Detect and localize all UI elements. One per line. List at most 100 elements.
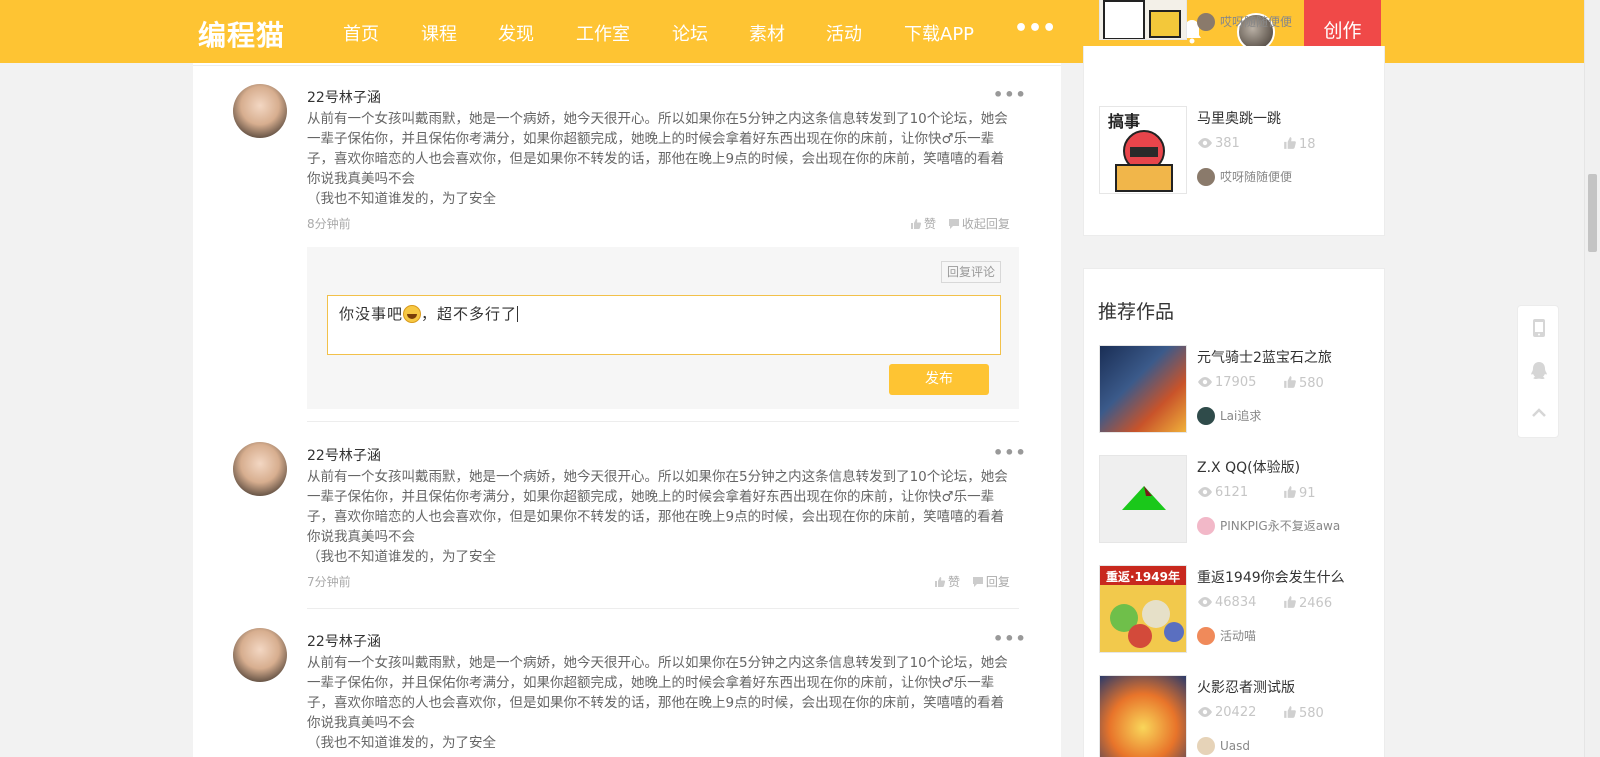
work-thumbnail[interactable]: 搞事 bbox=[1099, 106, 1187, 194]
comment-actions: 赞 回复 bbox=[934, 573, 1010, 590]
comment-text: 从前有一个女孩叫戴雨默，她是一个病娇，她今天很开心。所以如果你在5分钟之内这条信… bbox=[307, 111, 1008, 207]
reply-comment-tag[interactable]: 回复评论 bbox=[941, 261, 1001, 283]
work-author[interactable]: PINKPIG永不复返awa bbox=[1197, 517, 1340, 535]
nav-studio[interactable]: 工作室 bbox=[576, 20, 630, 46]
nav-discover[interactable]: 发现 bbox=[498, 20, 534, 46]
like-count: 580 bbox=[1283, 375, 1324, 391]
thumbs-up-icon bbox=[1284, 137, 1296, 149]
more-menu-icon[interactable]: ••• bbox=[1014, 16, 1056, 41]
author-avatar bbox=[1197, 13, 1215, 31]
eye-icon bbox=[1198, 597, 1212, 607]
view-count: 381 bbox=[1197, 136, 1240, 151]
work-item[interactable]: 重返·1949年 重返1949你会发生什么 46834 2466 活动喵 bbox=[1099, 565, 1379, 655]
eye-icon bbox=[1198, 138, 1212, 148]
grin-emoji-icon bbox=[403, 305, 422, 323]
comment-actions: 赞 收起回复 bbox=[910, 215, 1010, 232]
view-count: 20422 bbox=[1197, 705, 1256, 720]
nav-events[interactable]: 活动 bbox=[826, 20, 862, 46]
scrollbar-thumb[interactable] bbox=[1588, 174, 1597, 252]
nav-home[interactable]: 首页 bbox=[343, 20, 379, 46]
work-author[interactable]: 活动喵 bbox=[1197, 627, 1256, 645]
work-author[interactable]: 哎呀随随便便 bbox=[1197, 13, 1292, 31]
work-thumbnail[interactable] bbox=[1099, 455, 1187, 543]
work-thumbnail[interactable] bbox=[1099, 0, 1187, 40]
comment-time: 7分钟前 bbox=[307, 575, 351, 589]
back-to-top-icon[interactable] bbox=[1529, 403, 1549, 423]
work-title[interactable]: 火影忍者测试版 bbox=[1197, 677, 1295, 697]
reply-box: 回复评论 你没事吧 ，超不多行了 发布 bbox=[307, 247, 1019, 409]
work-title[interactable]: 重返1949你会发生什么 bbox=[1197, 567, 1345, 587]
like-button[interactable]: 赞 bbox=[910, 217, 936, 231]
work-item[interactable]: 哎呀随随便便 bbox=[1099, 0, 1379, 40]
like-count: 580 bbox=[1283, 705, 1324, 721]
comment-text: 从前有一个女孩叫戴雨默，她是一个病娇，她今天很开心。所以如果你在5分钟之内这条信… bbox=[307, 469, 1008, 565]
like-count: 91 bbox=[1283, 485, 1316, 501]
like-button[interactable]: 赞 bbox=[934, 575, 960, 589]
comment-more-icon[interactable]: ••• bbox=[993, 85, 1027, 104]
thumbs-up-icon bbox=[1284, 596, 1296, 608]
work-item[interactable]: Z.X QQ(体验版) 6121 91 PINKPIG永不复返awa bbox=[1099, 455, 1379, 545]
floating-toolbar bbox=[1517, 305, 1559, 438]
author-avatar bbox=[1197, 407, 1215, 425]
author-avatar bbox=[1197, 627, 1215, 645]
divider bbox=[307, 421, 1019, 422]
work-thumbnail[interactable] bbox=[1099, 345, 1187, 433]
nav-download-app[interactable]: 下载APP bbox=[904, 20, 974, 46]
comment-author[interactable]: 22号林子涵 bbox=[307, 87, 381, 107]
comment-avatar[interactable] bbox=[233, 442, 287, 496]
comment-more-icon[interactable]: ••• bbox=[993, 443, 1027, 462]
author-avatar bbox=[1197, 737, 1215, 755]
divider bbox=[307, 608, 1019, 609]
work-thumbnail[interactable]: 重返·1949年 bbox=[1099, 565, 1187, 653]
comment-avatar[interactable] bbox=[233, 628, 287, 682]
nav-courses[interactable]: 课程 bbox=[421, 20, 457, 46]
author-avatar bbox=[1197, 168, 1215, 186]
view-count: 6121 bbox=[1197, 485, 1248, 500]
logo[interactable]: 编程猫 bbox=[198, 14, 285, 54]
comment-icon bbox=[972, 577, 983, 587]
work-thumbnail[interactable] bbox=[1099, 675, 1187, 757]
work-item[interactable]: 搞事 马里奥跳一跳 381 18 哎呀随随便便 bbox=[1099, 106, 1379, 196]
eye-icon bbox=[1198, 377, 1212, 387]
work-item[interactable]: 元气骑士2蓝宝石之旅 17905 580 Lai追求 bbox=[1099, 345, 1379, 435]
nav-forum[interactable]: 论坛 bbox=[672, 20, 708, 46]
work-author[interactable]: Uasd bbox=[1197, 737, 1250, 755]
work-title[interactable]: Z.X QQ(体验版) bbox=[1197, 457, 1300, 477]
author-avatar bbox=[1197, 517, 1215, 535]
comments-panel: 22号林子涵 ••• 从前有一个女孩叫戴雨默，她是一个病娇，她今天很开心。所以如… bbox=[193, 63, 1061, 757]
thumbs-up-icon bbox=[935, 577, 946, 587]
work-title[interactable]: 元气骑士2蓝宝石之旅 bbox=[1197, 347, 1332, 367]
comment-avatar[interactable] bbox=[233, 84, 287, 138]
comment-time: 8分钟前 bbox=[307, 217, 351, 231]
work-item[interactable]: 火影忍者测试版 20422 580 Uasd bbox=[1099, 675, 1379, 757]
work-author[interactable]: 哎呀随随便便 bbox=[1197, 168, 1292, 186]
related-works-card: 哎呀随随便便 搞事 马里奥跳一跳 381 18 哎呀随随便便 bbox=[1083, 0, 1385, 236]
eye-icon bbox=[1198, 707, 1212, 717]
comment-author[interactable]: 22号林子涵 bbox=[307, 445, 381, 465]
like-count: 18 bbox=[1283, 136, 1316, 152]
comment-icon bbox=[948, 219, 959, 229]
thumbs-up-icon bbox=[1284, 706, 1296, 718]
reply-input[interactable]: 你没事吧 ，超不多行了 bbox=[327, 295, 1001, 355]
nav-materials[interactable]: 素材 bbox=[749, 20, 785, 46]
thumbs-up-icon bbox=[911, 219, 922, 229]
reply-button[interactable]: 回复 bbox=[972, 575, 1010, 589]
publish-button[interactable]: 发布 bbox=[889, 364, 989, 395]
thumbs-up-icon bbox=[1284, 376, 1296, 388]
page-scrollbar[interactable] bbox=[1584, 0, 1600, 757]
collapse-reply-button[interactable]: 收起回复 bbox=[948, 217, 1010, 231]
comment-more-icon[interactable]: ••• bbox=[993, 629, 1027, 648]
divider bbox=[193, 65, 1061, 66]
svg-text:搞事: 搞事 bbox=[1108, 112, 1140, 131]
view-count: 46834 bbox=[1197, 595, 1256, 610]
work-title[interactable]: 马里奥跳一跳 bbox=[1197, 108, 1281, 128]
svg-text:重返·1949年: 重返·1949年 bbox=[1106, 569, 1180, 584]
qq-icon[interactable] bbox=[1529, 361, 1549, 381]
like-count: 2466 bbox=[1283, 595, 1332, 611]
section-title: 推荐作品 bbox=[1098, 301, 1175, 323]
comment-author[interactable]: 22号林子涵 bbox=[307, 631, 381, 651]
phone-icon[interactable] bbox=[1529, 318, 1549, 338]
thumbs-up-icon bbox=[1284, 486, 1296, 498]
recommended-works-card: 推荐作品 元气骑士2蓝宝石之旅 17905 580 Lai追求 Z.X QQ(体… bbox=[1083, 268, 1385, 757]
work-author[interactable]: Lai追求 bbox=[1197, 407, 1261, 425]
